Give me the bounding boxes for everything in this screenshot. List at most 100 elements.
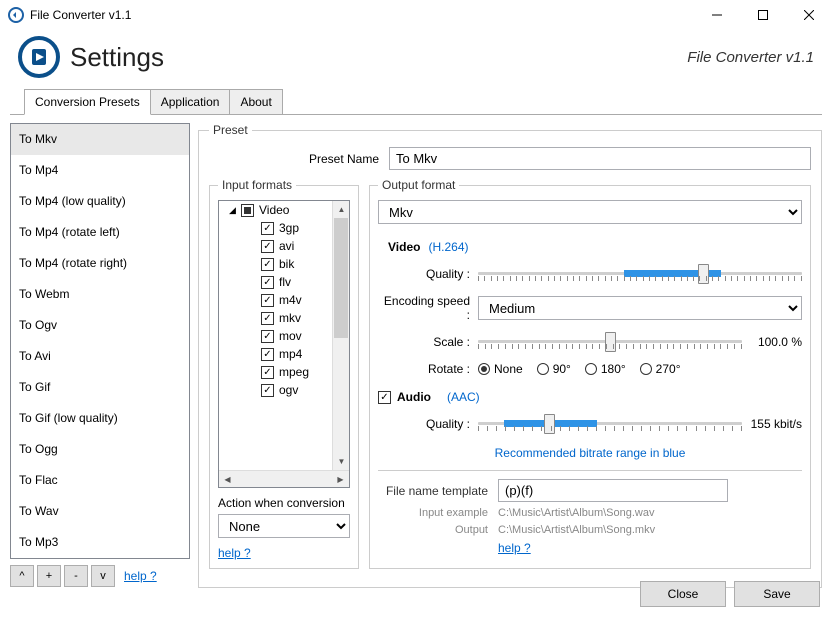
action-when-conversion-label: Action when conversion (218, 496, 350, 510)
input-example-label: Input example (378, 507, 498, 519)
audio-quality-label: Quality : (378, 417, 478, 431)
format-checkbox[interactable]: ✓ (261, 222, 274, 235)
tree-item[interactable]: ✓mkv (219, 309, 332, 327)
presets-help-link[interactable]: help ? (124, 569, 157, 583)
app-icon (8, 7, 24, 23)
tree-item[interactable]: ✓mp4 (219, 345, 332, 363)
radio-circle-icon[interactable] (478, 363, 490, 375)
scale-slider[interactable] (478, 330, 742, 354)
tree-item[interactable]: ✓ogv (219, 381, 332, 399)
preset-name-label: Preset Name (209, 152, 389, 166)
preset-item[interactable]: To Mkv (11, 124, 189, 155)
input-formats-tree[interactable]: ◢Video✓3gp✓avi✓bik✓flv✓m4v✓mkv✓mov✓mp4✓m… (218, 200, 350, 488)
preset-item[interactable]: To Ogg (11, 434, 189, 465)
encoding-speed-label: Encoding speed : (378, 294, 478, 322)
format-checkbox[interactable]: ✓ (261, 258, 274, 271)
radio-circle-icon[interactable] (537, 363, 549, 375)
preset-name-input[interactable] (389, 147, 811, 170)
input-formats-legend: Input formats (218, 178, 296, 192)
window-title: File Converter v1.1 (30, 8, 131, 22)
scale-value: 100.0 % (742, 335, 802, 349)
group-checkbox[interactable] (241, 204, 254, 217)
format-checkbox[interactable]: ✓ (261, 294, 274, 307)
preset-list[interactable]: To MkvTo Mp4To Mp4 (low quality)To Mp4 (… (10, 123, 190, 559)
add-preset-button[interactable]: + (37, 565, 61, 587)
audio-enable-checkbox[interactable]: ✓ (378, 391, 391, 404)
audio-codec-label: (AAC) (447, 390, 480, 404)
format-checkbox[interactable]: ✓ (261, 384, 274, 397)
tab-conversion-presets[interactable]: Conversion Presets (24, 89, 151, 115)
tree-scrollbar-vertical[interactable]: ▲ ▼ (332, 201, 349, 470)
output-format-legend: Output format (378, 178, 459, 192)
preset-item[interactable]: To Mp4 (11, 155, 189, 186)
tree-item[interactable]: ✓flv (219, 273, 332, 291)
rotate-radio[interactable]: 180° (585, 362, 626, 376)
tree-item[interactable]: ✓bik (219, 255, 332, 273)
preset-item[interactable]: To Mp4 (rotate left) (11, 217, 189, 248)
scale-label: Scale : (378, 335, 478, 349)
remove-preset-button[interactable]: - (64, 565, 88, 587)
collapse-arrow-icon[interactable]: ◢ (229, 205, 239, 216)
preset-item[interactable]: To Ogv (11, 310, 189, 341)
preset-item[interactable]: To Webm (11, 279, 189, 310)
save-button[interactable]: Save (734, 581, 820, 607)
rotate-radio[interactable]: 270° (640, 362, 681, 376)
preset-item[interactable]: To Mp4 (rotate right) (11, 248, 189, 279)
video-quality-label: Quality : (378, 267, 478, 281)
tree-group[interactable]: ◢Video (219, 201, 332, 219)
radio-circle-icon[interactable] (640, 363, 652, 375)
filename-template-label: File name template (378, 484, 498, 498)
output-format-select[interactable]: Mkv (378, 200, 802, 224)
output-example-label: Output (378, 524, 498, 536)
tab-about[interactable]: About (230, 89, 282, 115)
header: Settings File Converter v1.1 (0, 30, 832, 88)
video-section-label: Video (388, 240, 420, 254)
audio-section-label: Audio (397, 390, 431, 404)
page-title: Settings (70, 42, 164, 73)
tab-application[interactable]: Application (151, 89, 231, 115)
move-up-button[interactable]: ^ (10, 565, 34, 587)
format-checkbox[interactable]: ✓ (261, 366, 274, 379)
filename-help-link[interactable]: help ? (498, 541, 531, 555)
bitrate-note: Recommended bitrate range in blue (378, 446, 802, 460)
format-checkbox[interactable]: ✓ (261, 348, 274, 361)
audio-quality-value: 155 kbit/s (742, 417, 802, 431)
rotate-radio-group: None 90° 180° 270° (478, 362, 681, 376)
preset-item[interactable]: To Wav (11, 496, 189, 527)
video-codec-label: (H.264) (428, 240, 468, 254)
preset-item[interactable]: To Gif (11, 372, 189, 403)
encoding-speed-select[interactable]: Medium (478, 296, 802, 320)
filename-template-input[interactable] (498, 479, 728, 502)
radio-circle-icon[interactable] (585, 363, 597, 375)
preset-item[interactable]: To Mp4 (low quality) (11, 186, 189, 217)
format-checkbox[interactable]: ✓ (261, 276, 274, 289)
format-checkbox[interactable]: ✓ (261, 330, 274, 343)
tree-item[interactable]: ✓mpeg (219, 363, 332, 381)
input-formats-help-link[interactable]: help ? (218, 546, 251, 560)
close-window-button[interactable] (786, 0, 832, 30)
scroll-thumb[interactable] (334, 218, 348, 338)
preset-legend: Preset (209, 123, 252, 137)
tree-item[interactable]: ✓m4v (219, 291, 332, 309)
preset-item[interactable]: To Avi (11, 341, 189, 372)
close-button[interactable]: Close (640, 581, 726, 607)
rotate-radio[interactable]: None (478, 362, 523, 376)
preset-item[interactable]: To Gif (low quality) (11, 403, 189, 434)
tree-item[interactable]: ✓avi (219, 237, 332, 255)
format-checkbox[interactable]: ✓ (261, 240, 274, 253)
preset-item[interactable]: To Mp3 (11, 527, 189, 558)
maximize-button[interactable] (740, 0, 786, 30)
move-down-button[interactable]: v (91, 565, 115, 587)
format-checkbox[interactable]: ✓ (261, 312, 274, 325)
tree-item[interactable]: ✓mov (219, 327, 332, 345)
rotate-radio[interactable]: 90° (537, 362, 571, 376)
tree-item[interactable]: ✓3gp (219, 219, 332, 237)
action-when-conversion-select[interactable]: None (218, 514, 350, 538)
input-example-value: C:\Music\Artist\Album\Song.wav (498, 507, 655, 519)
tree-scrollbar-horizontal[interactable]: ◀ ▶ (219, 470, 349, 487)
audio-quality-slider[interactable] (478, 412, 742, 436)
preset-item[interactable]: To Flac (11, 465, 189, 496)
minimize-button[interactable] (694, 0, 740, 30)
video-quality-slider[interactable] (478, 262, 802, 286)
rotate-label: Rotate : (378, 362, 478, 376)
